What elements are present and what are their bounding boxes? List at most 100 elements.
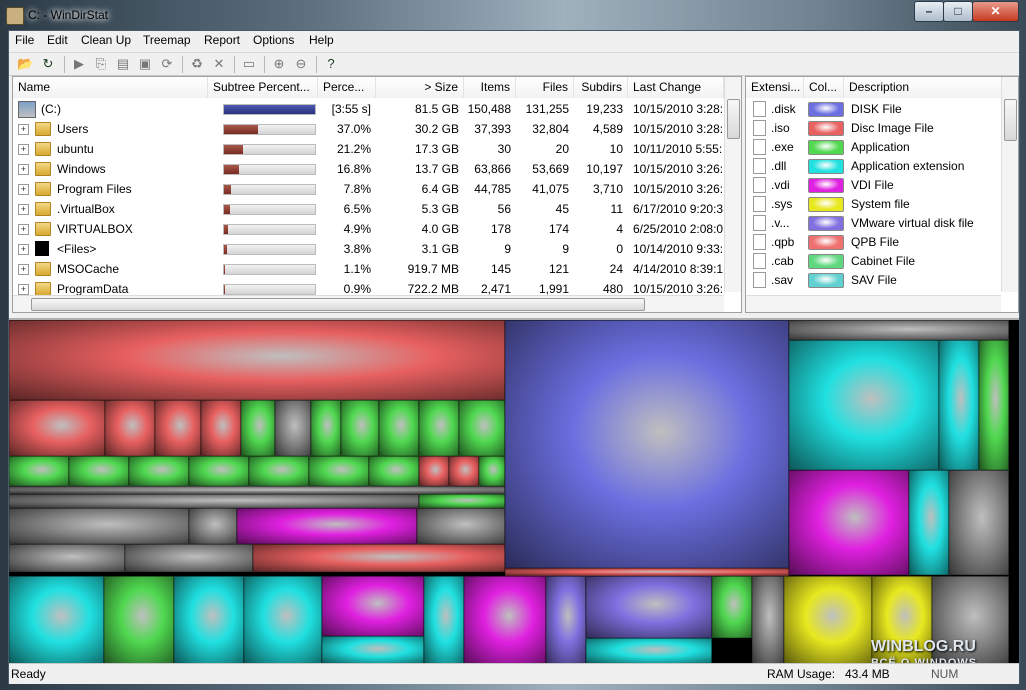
list-item[interactable]: .sys System file <box>746 194 1001 214</box>
col-extension[interactable]: Extensi... <box>746 77 804 98</box>
refresh-icon[interactable]: ↻ <box>40 56 56 72</box>
treemap-cell[interactable] <box>9 400 105 456</box>
treemap-cell[interactable] <box>939 340 979 470</box>
treemap-cell[interactable] <box>789 470 909 575</box>
treemap-cell[interactable] <box>789 340 939 470</box>
list-item[interactable]: .qpb QPB File <box>746 232 1001 252</box>
list-item[interactable]: .disk DISK File <box>746 99 1001 119</box>
table-row[interactable]: + .VirtualBox 6.5% 5.3 GB 56 45 11 6/17/2010 9:… <box>13 199 724 219</box>
table-row[interactable]: + Windows 16.8% 13.7 GB 63,866 53,669 10,197 10… <box>13 159 724 179</box>
expand-icon[interactable]: + <box>18 164 29 175</box>
treemap-cell[interactable] <box>201 400 241 456</box>
treemap-cell[interactable] <box>253 544 505 572</box>
treemap-cell[interactable] <box>586 638 712 664</box>
menu-options[interactable]: Options <box>253 33 294 47</box>
treemap-cell[interactable] <box>9 576 104 664</box>
zoom-in-icon[interactable]: ⊕ <box>271 56 287 72</box>
expand-icon[interactable]: + <box>18 284 29 295</box>
treemap-cell[interactable] <box>125 544 253 572</box>
list-item[interactable]: .cab Cabinet File <box>746 251 1001 271</box>
treemap-cell[interactable] <box>419 400 459 456</box>
treemap-cell[interactable] <box>424 576 464 664</box>
treemap-cell[interactable] <box>479 456 505 486</box>
list-item[interactable]: .iso Disc Image File <box>746 118 1001 138</box>
treemap-cell[interactable] <box>419 494 505 508</box>
treemap-cell[interactable] <box>104 576 174 664</box>
minimize-button[interactable]: – <box>914 1 944 22</box>
tree-vertical-scrollbar[interactable] <box>724 77 741 292</box>
treemap-cell[interactable] <box>459 400 505 456</box>
treemap-cell[interactable] <box>449 456 479 486</box>
expand-icon[interactable]: + <box>18 224 29 235</box>
table-row[interactable]: + Users 37.0% 30.2 GB 37,393 32,804 4,589 10/15… <box>13 119 724 139</box>
treemap-cell[interactable] <box>9 486 505 494</box>
command-prompt-icon[interactable]: ▣ <box>137 56 153 72</box>
treemap-cell[interactable] <box>464 576 546 664</box>
table-row[interactable]: + MSOCache 1.1% 919.7 MB 145 121 24 4/14/2010 8… <box>13 259 724 279</box>
treemap-cell[interactable] <box>105 400 155 456</box>
expand-icon[interactable]: + <box>18 264 29 275</box>
treemap-cell[interactable] <box>789 320 1009 340</box>
treemap-cell[interactable] <box>244 576 322 664</box>
table-row[interactable]: + ubuntu 21.2% 17.3 GB 30 20 10 10/11/2010 5:55… <box>13 139 724 159</box>
play-icon[interactable]: ▶ <box>71 56 87 72</box>
treemap-cell[interactable] <box>9 508 189 544</box>
treemap-cell[interactable] <box>155 400 201 456</box>
expand-icon[interactable]: + <box>18 244 29 255</box>
treemap-cell[interactable] <box>909 470 949 575</box>
col-subdirs[interactable]: Subdirs <box>574 77 628 98</box>
menu-clean-up[interactable]: Clean Up <box>81 33 131 47</box>
treemap-cell[interactable] <box>322 636 424 664</box>
col-files[interactable]: Files <box>516 77 574 98</box>
treemap-cell[interactable] <box>189 508 237 544</box>
col-size[interactable]: > Size <box>376 77 464 98</box>
treemap-cell[interactable] <box>129 456 189 486</box>
treemap-cell[interactable] <box>417 508 505 544</box>
menu-file[interactable]: File <box>15 33 34 47</box>
treemap-cell[interactable] <box>275 400 311 456</box>
col-name[interactable]: Name <box>13 77 208 98</box>
col-description[interactable]: Description <box>844 77 1002 98</box>
treemap-cell[interactable] <box>505 568 789 576</box>
refresh-selected-icon[interactable]: ⟳ <box>159 56 175 72</box>
treemap-cell[interactable] <box>419 456 449 486</box>
col-color[interactable]: Col... <box>804 77 844 98</box>
col-percent[interactable]: Perce... <box>318 77 376 98</box>
ext-vertical-scrollbar[interactable] <box>1001 77 1018 292</box>
expand-icon[interactable]: + <box>18 144 29 155</box>
treemap-cell[interactable] <box>241 400 275 456</box>
treemap-cell[interactable] <box>9 494 419 508</box>
treemap-cell[interactable] <box>189 456 249 486</box>
expand-icon[interactable]: + <box>18 124 29 135</box>
list-item[interactable]: .v... VMware virtual disk file <box>746 213 1001 233</box>
open-folder-icon[interactable]: 📂 <box>17 56 33 72</box>
explorer-icon[interactable]: ▤ <box>115 56 131 72</box>
treemap-cell[interactable] <box>9 320 505 400</box>
treemap-cell[interactable] <box>322 576 424 636</box>
delete-icon[interactable]: ✕ <box>211 56 227 72</box>
ext-horizontal-scrollbar[interactable] <box>746 295 1001 312</box>
treemap-cell[interactable] <box>752 576 784 664</box>
menu-report[interactable]: Report <box>204 33 240 47</box>
treemap-cell[interactable] <box>949 470 1009 575</box>
treemap-cell[interactable] <box>979 340 1009 470</box>
list-item[interactable]: .dll Application extension <box>746 156 1001 176</box>
help-icon[interactable]: ? <box>323 56 339 72</box>
treemap-cell[interactable] <box>9 456 69 486</box>
treemap-cell[interactable] <box>311 400 341 456</box>
treemap-cell[interactable] <box>712 576 752 638</box>
new-folder-icon[interactable]: ▭ <box>241 56 257 72</box>
treemap-cell[interactable] <box>546 576 586 664</box>
expand-icon[interactable]: + <box>18 204 29 215</box>
treemap-cell[interactable] <box>341 400 379 456</box>
list-item[interactable]: .sav SAV File <box>746 270 1001 290</box>
treemap-cell[interactable] <box>9 544 125 572</box>
treemap-cell[interactable] <box>505 320 789 568</box>
tree-horizontal-scrollbar[interactable] <box>13 295 724 312</box>
menu-edit[interactable]: Edit <box>47 33 68 47</box>
maximize-button[interactable]: □ <box>943 1 973 22</box>
treemap-cell[interactable] <box>379 400 419 456</box>
col-subtree-percent[interactable]: Subtree Percent... <box>208 77 318 98</box>
table-row[interactable]: + Program Files 7.8% 6.4 GB 44,785 41,075 3,71… <box>13 179 724 199</box>
col-items[interactable]: Items <box>464 77 516 98</box>
